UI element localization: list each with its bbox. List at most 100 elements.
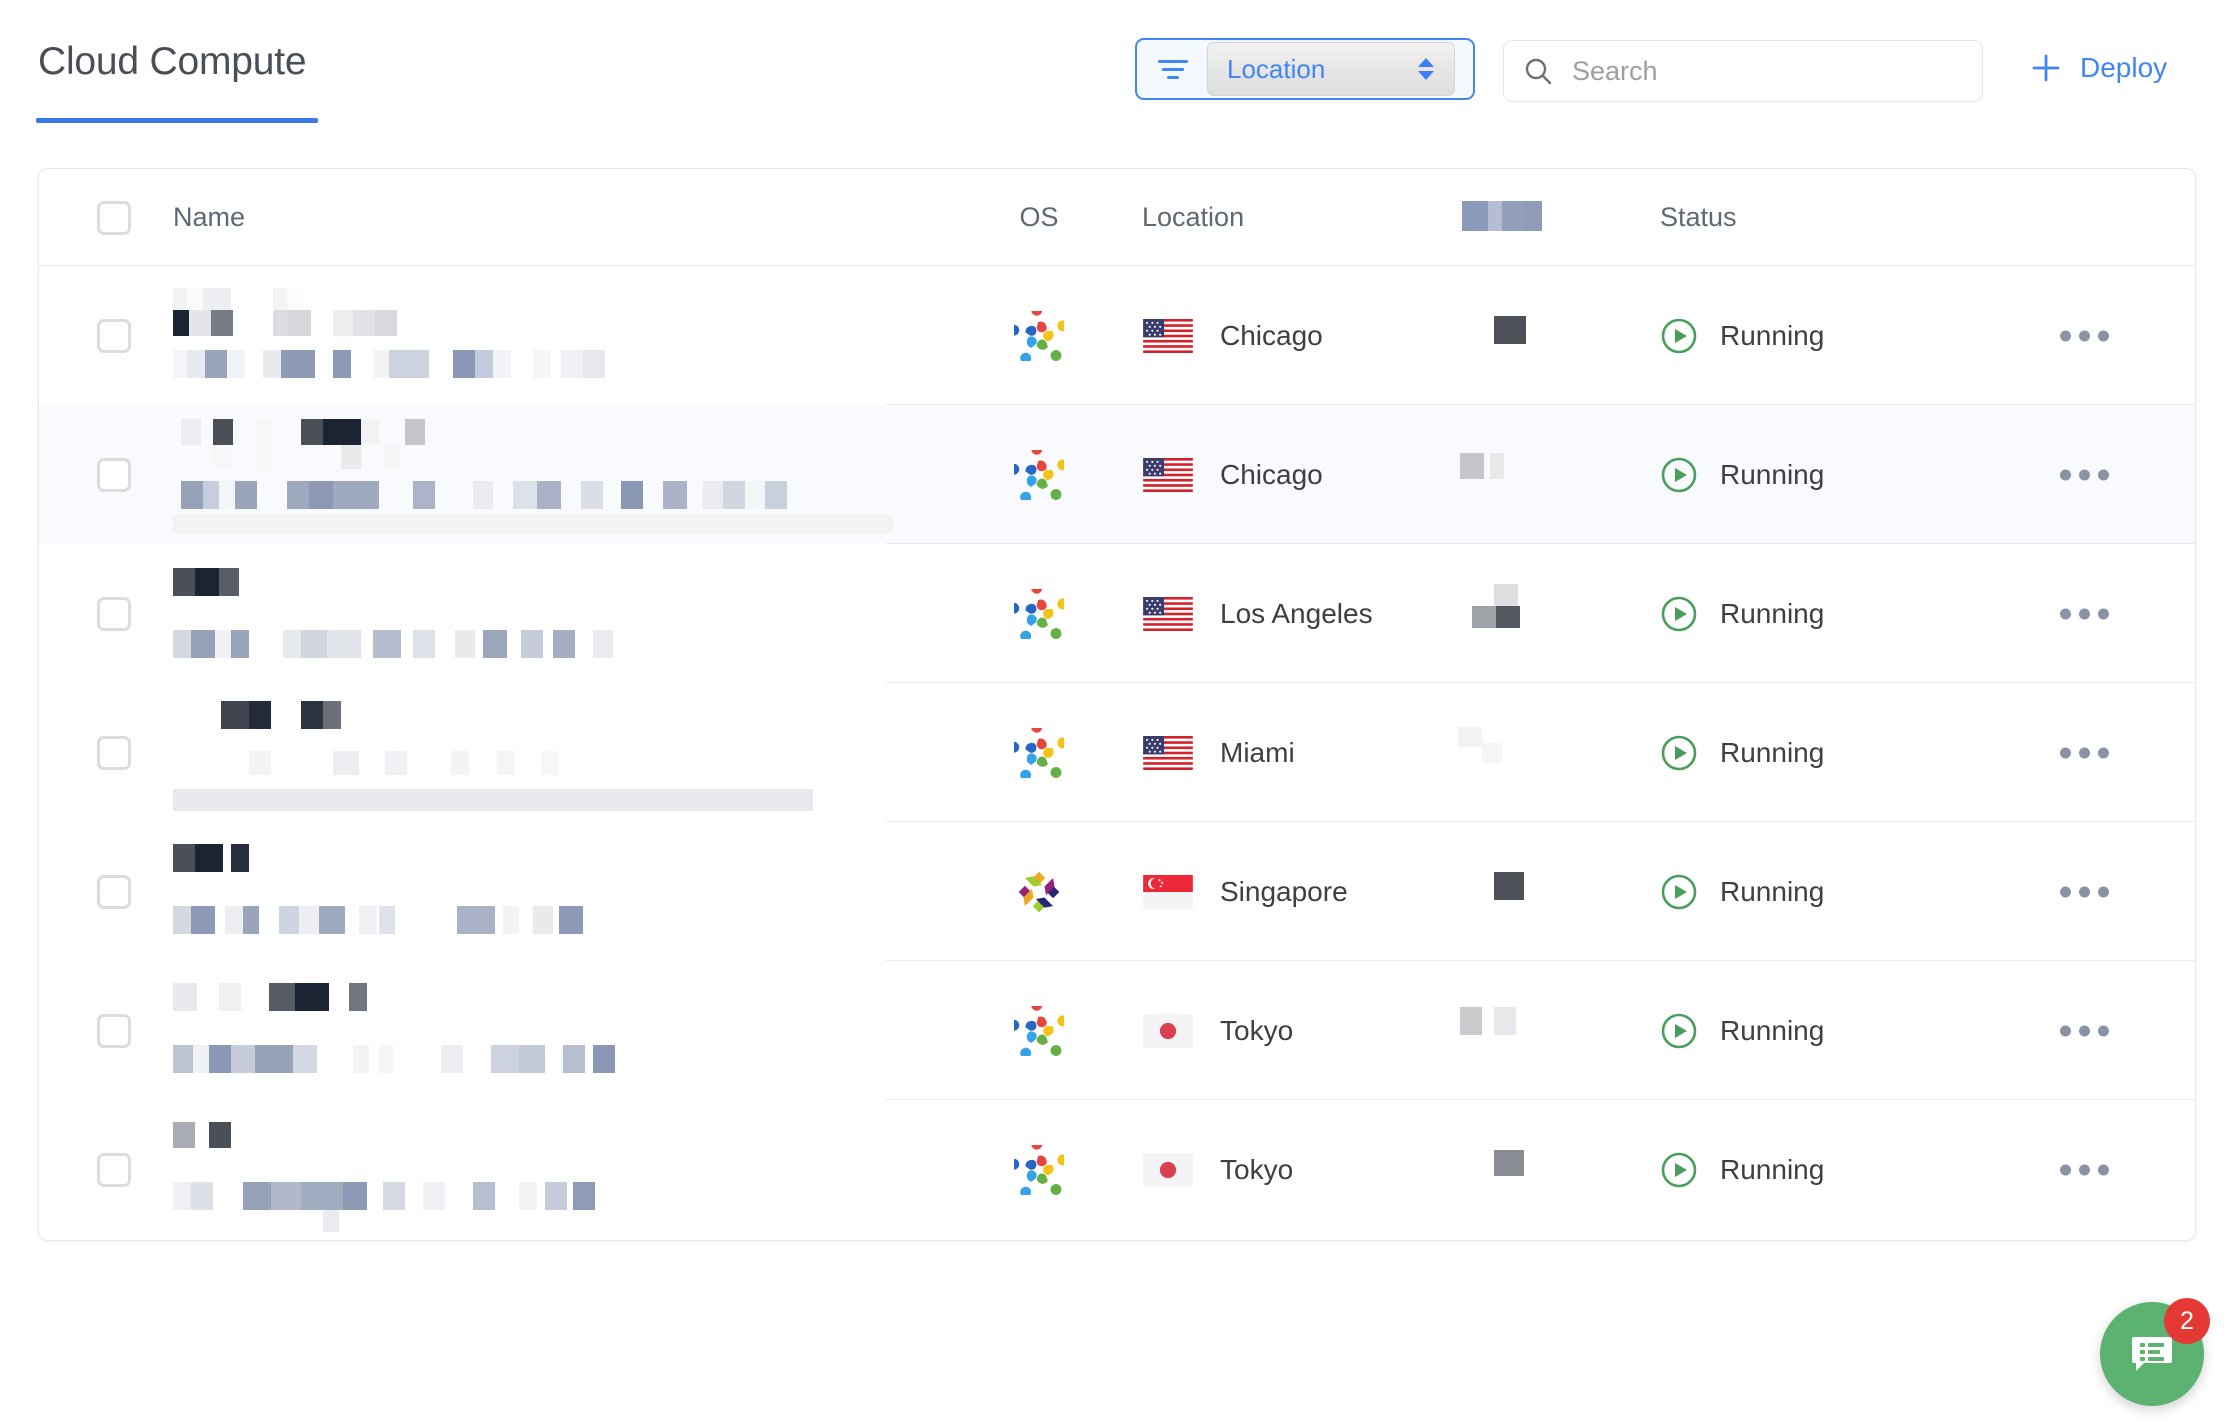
redacted-cell: [1444, 683, 1624, 822]
status-cell: Running: [1624, 734, 2195, 772]
chevron-updown-icon: [1418, 58, 1434, 80]
table-row[interactable]: Chicago Running: [39, 266, 2195, 405]
redacted-value: [1460, 1007, 1516, 1035]
status-cell: Running: [1624, 595, 2195, 633]
location-label: Tokyo: [1220, 1153, 1294, 1185]
location-cell: Miami: [1099, 735, 1444, 770]
more-options-icon[interactable]: [2060, 330, 2109, 341]
table-row[interactable]: Singapore Running: [39, 822, 2195, 961]
location-filter-select[interactable]: Location: [1207, 42, 1455, 96]
location-cell: Chicago: [1099, 457, 1444, 492]
instances-table-card: Name OS Location Status Chicago Running …: [38, 168, 2196, 1241]
instance-name-cell: [131, 961, 979, 1100]
table-row[interactable]: Tokyo Running: [39, 961, 2195, 1100]
play-circle-icon: [1661, 457, 1697, 492]
almalinux-logo-icon: [1014, 449, 1064, 500]
row-checkbox[interactable]: [97, 457, 131, 492]
column-header-location: Location: [1142, 202, 1245, 232]
deploy-button[interactable]: Deploy: [2030, 52, 2167, 84]
instance-name-cell: [131, 405, 979, 544]
column-header-name: Name: [173, 202, 246, 232]
status-label: Running: [1720, 736, 1825, 768]
column-header-name-cell: Name: [131, 169, 979, 266]
redacted-value: [1460, 453, 1504, 479]
row-select-cell: [39, 1013, 131, 1048]
instance-name-cell: [131, 1100, 979, 1239]
more-options-icon[interactable]: [2060, 1164, 2109, 1175]
page-header: Cloud Compute Location Search Deploy: [0, 0, 2234, 148]
redacted-cell: [1444, 961, 1624, 1100]
redacted-cell: [1444, 266, 1624, 405]
location-label: Tokyo: [1220, 1014, 1294, 1046]
row-checkbox[interactable]: [97, 318, 131, 353]
play-circle-icon: [1661, 1152, 1697, 1187]
redacted-value: [1458, 727, 1502, 763]
play-circle-icon: [1661, 318, 1697, 353]
table-row[interactable]: Miami Running: [39, 683, 2195, 822]
column-header-os: OS: [1019, 202, 1059, 232]
redacted-cell: [1444, 1100, 1624, 1239]
cloud-compute-page: Cloud Compute Location Search Deploy Nam…: [0, 0, 2234, 1426]
select-all-cell: [39, 200, 131, 235]
redacted-header-label: [1462, 201, 1542, 231]
instance-name-cell: [131, 683, 979, 822]
location-cell: Los Angeles: [1099, 596, 1444, 631]
location-filter-value: Location: [1227, 53, 1326, 84]
location-filter-control[interactable]: Location: [1135, 38, 1475, 100]
table-header-row: Name OS Location Status: [39, 169, 2195, 266]
column-header-status: Status: [1660, 202, 1737, 232]
more-options-icon[interactable]: [2060, 747, 2109, 758]
os-cell: [979, 449, 1099, 500]
status-cell: Running: [1624, 317, 2195, 355]
row-checkbox[interactable]: [97, 1152, 131, 1187]
os-cell: [979, 1144, 1099, 1195]
row-checkbox[interactable]: [97, 1013, 131, 1048]
os-cell: [979, 310, 1099, 361]
search-field[interactable]: Search: [1503, 40, 1983, 102]
table-row[interactable]: Los Angeles Running: [39, 544, 2195, 683]
location-label: Singapore: [1220, 875, 1348, 907]
chat-list-icon: [2132, 1337, 2172, 1371]
page-title: Cloud Compute: [38, 40, 307, 83]
row-checkbox[interactable]: [97, 596, 131, 631]
play-circle-icon: [1661, 596, 1697, 631]
redacted-instance-name: [173, 288, 605, 378]
more-options-icon[interactable]: [2060, 886, 2109, 897]
redacted-instance-name: [173, 568, 613, 658]
almalinux-logo-icon: [1014, 1144, 1064, 1195]
almalinux-logo-icon: [1014, 588, 1064, 639]
flag-us-icon: [1143, 457, 1193, 492]
search-placeholder: Search: [1572, 55, 1658, 86]
redacted-value: [1472, 584, 1520, 628]
row-select-cell: [39, 874, 131, 909]
redacted-value: [1494, 1150, 1524, 1176]
instance-name-cell: [131, 266, 979, 405]
row-checkbox[interactable]: [97, 874, 131, 909]
flag-us-icon: [1143, 596, 1193, 631]
redacted-value: [1494, 872, 1524, 900]
row-checkbox[interactable]: [97, 735, 131, 770]
more-options-icon[interactable]: [2060, 608, 2109, 619]
redacted-instance-name: [173, 1122, 595, 1232]
chat-widget-button[interactable]: 2: [2100, 1298, 2210, 1406]
location-cell: Tokyo: [1099, 1013, 1444, 1048]
search-icon: [1504, 56, 1572, 86]
redacted-value: [1494, 316, 1526, 344]
table-row[interactable]: Chicago Running: [39, 405, 2195, 544]
deploy-label: Deploy: [2080, 52, 2168, 83]
select-all-checkbox[interactable]: [97, 200, 131, 235]
location-label: Chicago: [1220, 319, 1323, 351]
redacted-instance-name: [173, 983, 615, 1073]
redacted-cell: [1444, 544, 1624, 683]
status-cell: Running: [1624, 873, 2195, 911]
filter-icon: [1137, 40, 1209, 98]
redacted-cell: [1444, 405, 1624, 544]
more-options-icon[interactable]: [2060, 1025, 2109, 1036]
redacted-cell: [1444, 822, 1624, 961]
more-options-icon[interactable]: [2060, 469, 2109, 480]
column-header-os-cell: OS: [979, 202, 1099, 233]
status-label: Running: [1720, 875, 1825, 907]
table-row[interactable]: Tokyo Running: [39, 1100, 2195, 1239]
column-header-location-cell: Location: [1099, 202, 1444, 233]
instance-name-cell: [131, 544, 979, 683]
